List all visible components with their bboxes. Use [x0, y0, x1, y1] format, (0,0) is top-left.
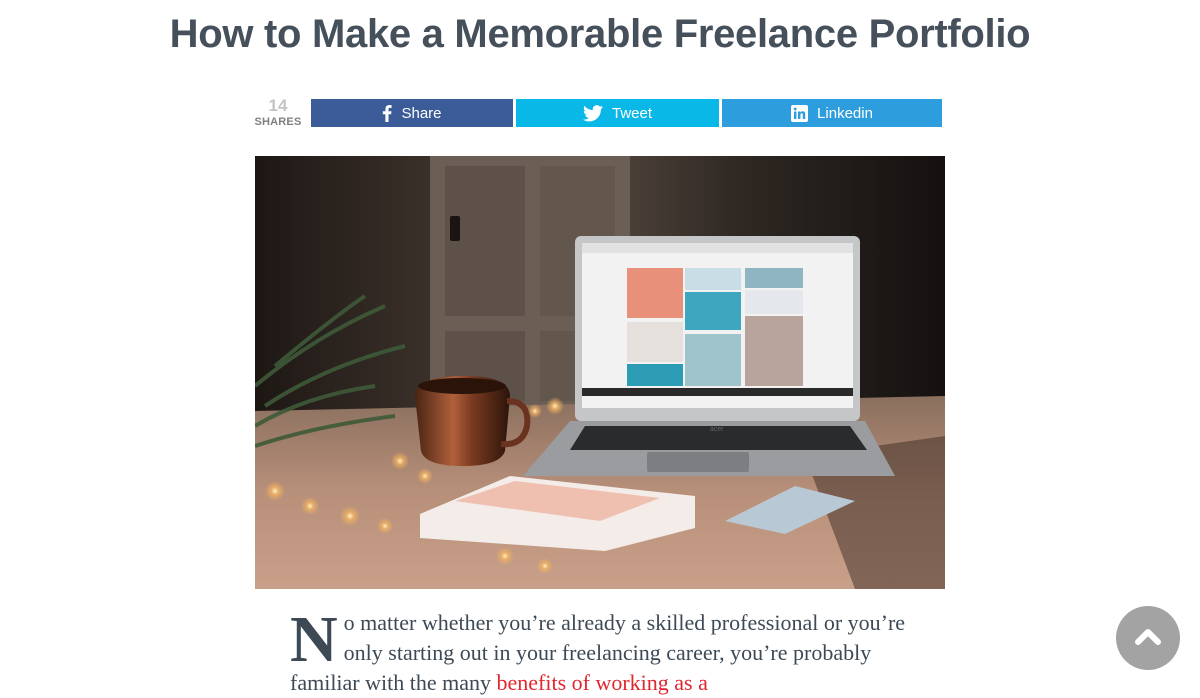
article-body: N o matter whether you’re already a skil… — [290, 603, 910, 698]
facebook-share-label: Share — [401, 104, 442, 122]
linkedin-share-button[interactable]: Linkedin — [722, 99, 942, 127]
back-to-top-button[interactable] — [1116, 606, 1180, 670]
linkedin-icon — [791, 104, 809, 122]
page-title: How to Make a Memorable Freelance Portfo… — [169, 12, 1031, 56]
twitter-share-button[interactable]: Tweet — [516, 99, 719, 127]
facebook-share-button[interactable]: Share — [311, 99, 513, 127]
twitter-icon — [582, 104, 603, 122]
share-count-number: 14 — [268, 96, 288, 115]
facebook-icon — [382, 104, 393, 122]
hero-image: acer — [255, 156, 945, 589]
share-count: 14 SHARES — [252, 97, 304, 129]
drop-cap: N — [290, 603, 338, 676]
linkedin-share-label: Linkedin — [817, 104, 873, 122]
laptop-brand-label: acer — [710, 426, 724, 433]
share-count-label: SHARES — [254, 116, 302, 128]
benefits-link[interactable]: benefits of working as a — [497, 670, 708, 695]
twitter-share-label: Tweet — [611, 104, 653, 122]
chevron-up-icon — [1135, 627, 1161, 650]
